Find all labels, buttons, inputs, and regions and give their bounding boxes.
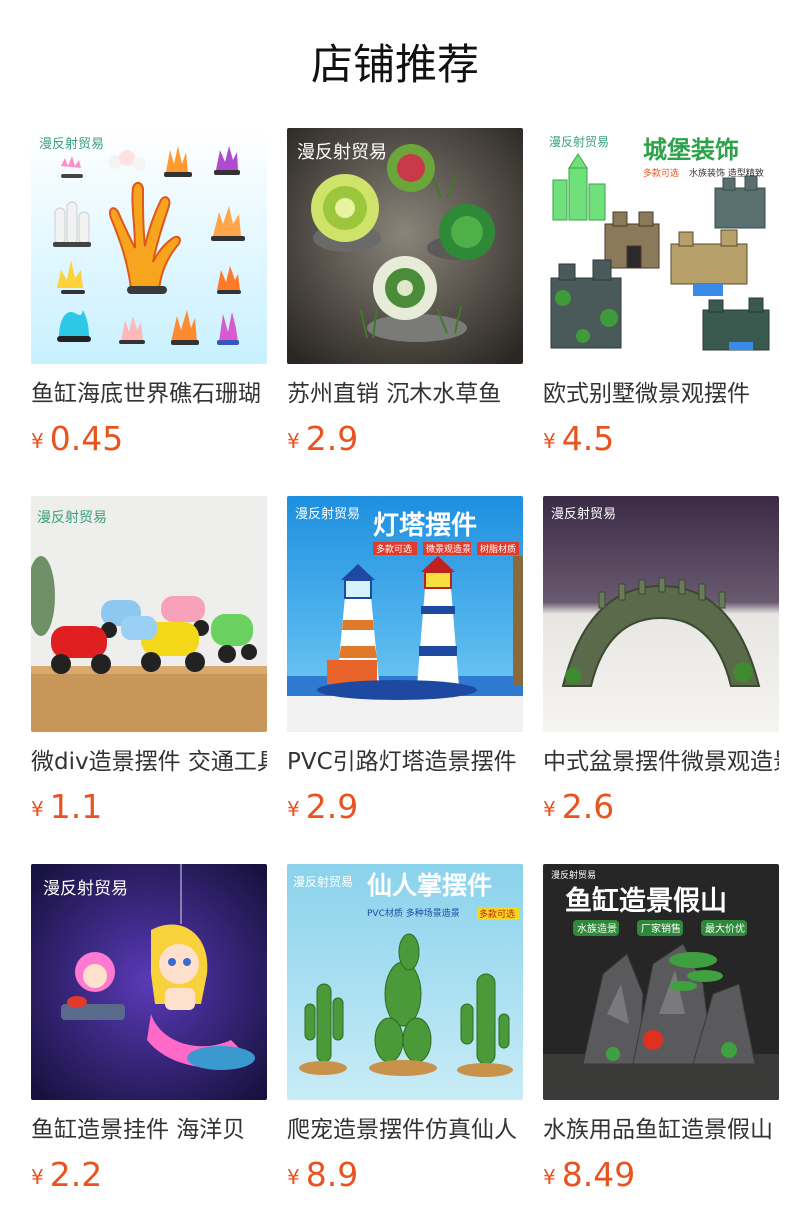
image-brand-text: 漫反射贸易 [43,879,128,899]
product-name[interactable]: 欧式别墅微景观摆件 [543,374,779,414]
product-image-lighthouse[interactable]: 漫反射贸易 灯塔摆件 多款可选 微景观造景 树脂材质 [287,496,523,732]
product-price: ¥2.9 [287,416,358,462]
product-name[interactable]: 鱼缸造景挂件 海洋贝 [31,1110,267,1150]
product-card[interactable]: 漫反射贸易 鱼缸造景挂件 海洋贝 ¥2.2 [31,864,267,1204]
image-tag-text: PVC材质 多种场景造景 [367,907,460,919]
image-brand-text: 漫反射贸易 [37,510,107,526]
image-tag-text: 水族造景 [577,922,617,935]
image-title-text: 鱼缸造景假山 [565,885,727,917]
product-card[interactable]: 漫反射贸易 苏州直销 沉木水草鱼 ¥2.9 [287,128,523,468]
image-tag-text: 微景观造景 [426,543,471,555]
product-image-castle[interactable]: 漫反射贸易 城堡装饰 多款可选 水族装饰 造型精致 [543,128,779,364]
image-brand-text: 漫反射贸易 [551,506,616,522]
currency-symbol: ¥ [543,429,556,453]
currency-symbol: ¥ [31,429,44,453]
product-image-coral[interactable]: 漫反射贸易 [31,128,267,364]
price-value: 2.9 [305,787,359,826]
product-name[interactable]: 苏州直销 沉木水草鱼 [287,374,523,414]
product-price: ¥2.2 [31,1152,102,1198]
image-title-text: 灯塔摆件 [373,511,477,541]
price-value: 4.5 [561,419,615,458]
product-card[interactable]: 漫反射贸易 鱼缸海底世界礁石珊瑚 ¥ 0.45 [31,128,267,468]
currency-symbol: ¥ [31,797,44,821]
product-image-mermaid[interactable]: 漫反射贸易 [31,864,267,1100]
price-value: 1.1 [49,787,103,826]
image-title-text: 城堡装饰 [643,136,739,164]
image-brand-text: 漫反射贸易 [295,506,360,522]
currency-symbol: ¥ [31,1165,44,1189]
product-name[interactable]: 中式盆景摆件微景观造景 [543,742,779,782]
product-card[interactable]: 漫反射贸易 微div造景摆件 交通工具 ¥1.1 [31,496,267,836]
price-value: 2.6 [561,787,615,826]
price-value: 8.9 [305,1155,359,1194]
product-card[interactable]: 漫反射贸易 仙人掌摆件 PVC材质 多种场景造景 多款可选 爬宠造景摆件仿真仙人… [287,864,523,1204]
product-price: ¥0.45 [31,416,123,462]
currency-symbol: ¥ [287,429,300,453]
image-tag-text: 树脂材质 [480,543,516,555]
image-tag-text: 多款可选 [479,908,515,920]
product-image-driftwood[interactable]: 漫反射贸易 [287,128,523,364]
image-brand-text: 漫反射贸易 [293,874,353,889]
product-card[interactable]: 漫反射贸易 中式盆景摆件微景观造景 ¥2.6 [543,496,779,836]
product-name[interactable]: PVC引路灯塔造景摆件 [287,742,523,782]
price-value: 2.9 [305,419,359,458]
product-price: ¥4.5 [543,416,614,462]
image-tag-text: 厂家销售 [641,922,681,935]
image-tag-text: 多款可选 [376,543,412,555]
currency-symbol: ¥ [543,1165,556,1189]
product-price: ¥8.49 [543,1152,635,1198]
product-image-cactus[interactable]: 漫反射贸易 仙人掌摆件 PVC材质 多种场景造景 多款可选 [287,864,523,1100]
image-brand-text: 漫反射贸易 [39,136,104,152]
image-tag-text: 最大价优 [705,922,745,935]
image-brand-text: 漫反射贸易 [297,142,387,163]
currency-symbol: ¥ [543,797,556,821]
product-name[interactable]: 鱼缸海底世界礁石珊瑚 [31,374,267,414]
product-price: ¥1.1 [31,784,102,830]
product-card[interactable]: 漫反射贸易 城堡装饰 多款可选 水族装饰 造型精致 欧式别墅微景观摆件 ¥4.5 [543,128,779,468]
product-card[interactable]: 漫反射贸易 鱼缸造景假山 水族造景 厂家销售 最大价优 水族用品鱼缸造景假山 ¥… [543,864,779,1204]
product-price: ¥2.6 [543,784,614,830]
product-name[interactable]: 水族用品鱼缸造景假山 [543,1110,779,1150]
price-value: 2.2 [49,1155,103,1194]
product-name[interactable]: 爬宠造景摆件仿真仙人 [287,1110,523,1150]
price-value: 0.45 [49,419,124,458]
product-grid: 漫反射贸易 鱼缸海底世界礁石珊瑚 ¥ 0.45 漫反射贸易 苏州直销 沉木水草鱼… [31,128,779,1228]
page-title: 店铺推荐 [310,40,479,89]
currency-symbol: ¥ [287,797,300,821]
product-card[interactable]: 漫反射贸易 灯塔摆件 多款可选 微景观造景 树脂材质 PVC引路灯塔造景摆件 ¥… [287,496,523,836]
image-tag-text: 多款可选 [643,167,679,179]
product-price: ¥8.9 [287,1152,358,1198]
product-name[interactable]: 微div造景摆件 交通工具 [31,742,267,782]
price-value: 8.49 [561,1155,636,1194]
product-image-bridge[interactable]: 漫反射贸易 [543,496,779,732]
product-price: ¥2.9 [287,784,358,830]
product-image-rockery[interactable]: 漫反射贸易 鱼缸造景假山 水族造景 厂家销售 最大价优 [543,864,779,1100]
image-brand-text: 漫反射贸易 [551,869,596,881]
image-brand-text: 漫反射贸易 [549,134,609,149]
currency-symbol: ¥ [287,1165,300,1189]
image-title-text: 仙人掌摆件 [367,871,492,900]
product-image-scooters[interactable]: 漫反射贸易 [31,496,267,732]
